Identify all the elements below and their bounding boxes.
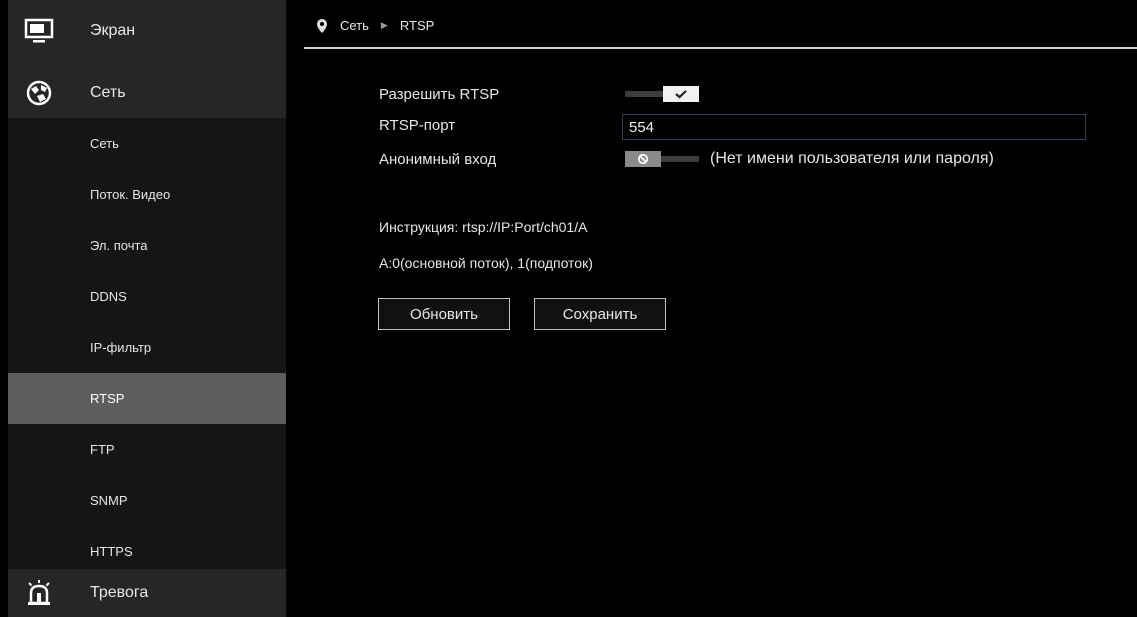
anonymous-login-toggle[interactable] <box>625 151 699 167</box>
header-divider <box>304 47 1137 49</box>
main-content: Сеть ▶ RTSP Разрешить RTSP RTSP-порт Ано… <box>286 0 1137 617</box>
sidebar-item-label: Экран <box>90 22 136 39</box>
sidebar-subitem-ddns[interactable]: DDNS <box>8 271 286 322</box>
sidebar-subitem-network[interactable]: Сеть <box>8 118 286 169</box>
check-icon <box>675 90 687 99</box>
toggle-knob <box>663 86 699 102</box>
breadcrumb-page: RTSP <box>399 18 435 33</box>
enable-rtsp-toggle[interactable] <box>625 86 699 102</box>
save-button[interactable]: Сохранить <box>534 298 666 330</box>
breadcrumb-section[interactable]: Сеть <box>340 18 369 33</box>
sidebar-item-label: Тревога <box>90 584 149 601</box>
stream-note-text: A:0(основной поток), 1(подпоток) <box>379 255 593 271</box>
enable-rtsp-label: Разрешить RTSP <box>379 86 500 103</box>
location-pin-icon <box>317 18 327 33</box>
network-globe-icon <box>22 76 56 110</box>
alarm-icon <box>22 576 56 610</box>
sidebar-subitem-video-stream[interactable]: Поток. Видео <box>8 169 286 220</box>
anonymous-login-label: Анонимный вход <box>379 151 497 168</box>
sidebar-item-network[interactable]: Сеть <box>8 62 286 124</box>
anonymous-login-note: (Нет имени пользователя или пароля) <box>710 150 994 167</box>
off-icon <box>637 153 649 165</box>
rtsp-instruction-text: Инструкция: rtsp://IP:Port/ch01/A <box>379 219 588 235</box>
sidebar-item-alarm[interactable]: Тревога <box>8 569 286 617</box>
app-root: Экран Сеть Сеть Поток. Видео Эл. почта D… <box>0 0 1137 617</box>
rtsp-port-input[interactable] <box>622 114 1086 140</box>
sidebar-subitem-ftp[interactable]: FTP <box>8 424 286 475</box>
rtsp-port-label: RTSP-порт <box>379 117 456 134</box>
refresh-button[interactable]: Обновить <box>378 298 510 330</box>
sidebar-subitem-snmp[interactable]: SNMP <box>8 475 286 526</box>
monitor-icon <box>22 14 56 48</box>
sidebar: Экран Сеть Сеть Поток. Видео Эл. почта D… <box>8 0 286 617</box>
sidebar-subitem-ip-filter[interactable]: IP-фильтр <box>8 322 286 373</box>
sidebar-item-label: Сеть <box>90 84 126 101</box>
toggle-knob <box>625 151 661 167</box>
network-submenu: Сеть Поток. Видео Эл. почта DDNS IP-филь… <box>8 118 286 577</box>
breadcrumb-separator-icon: ▶ <box>380 20 388 30</box>
sidebar-item-screen[interactable]: Экран <box>8 0 286 62</box>
sidebar-subitem-rtsp[interactable]: RTSP <box>8 373 286 424</box>
sidebar-subitem-email[interactable]: Эл. почта <box>8 220 286 271</box>
breadcrumb: Сеть ▶ RTSP <box>316 18 434 33</box>
